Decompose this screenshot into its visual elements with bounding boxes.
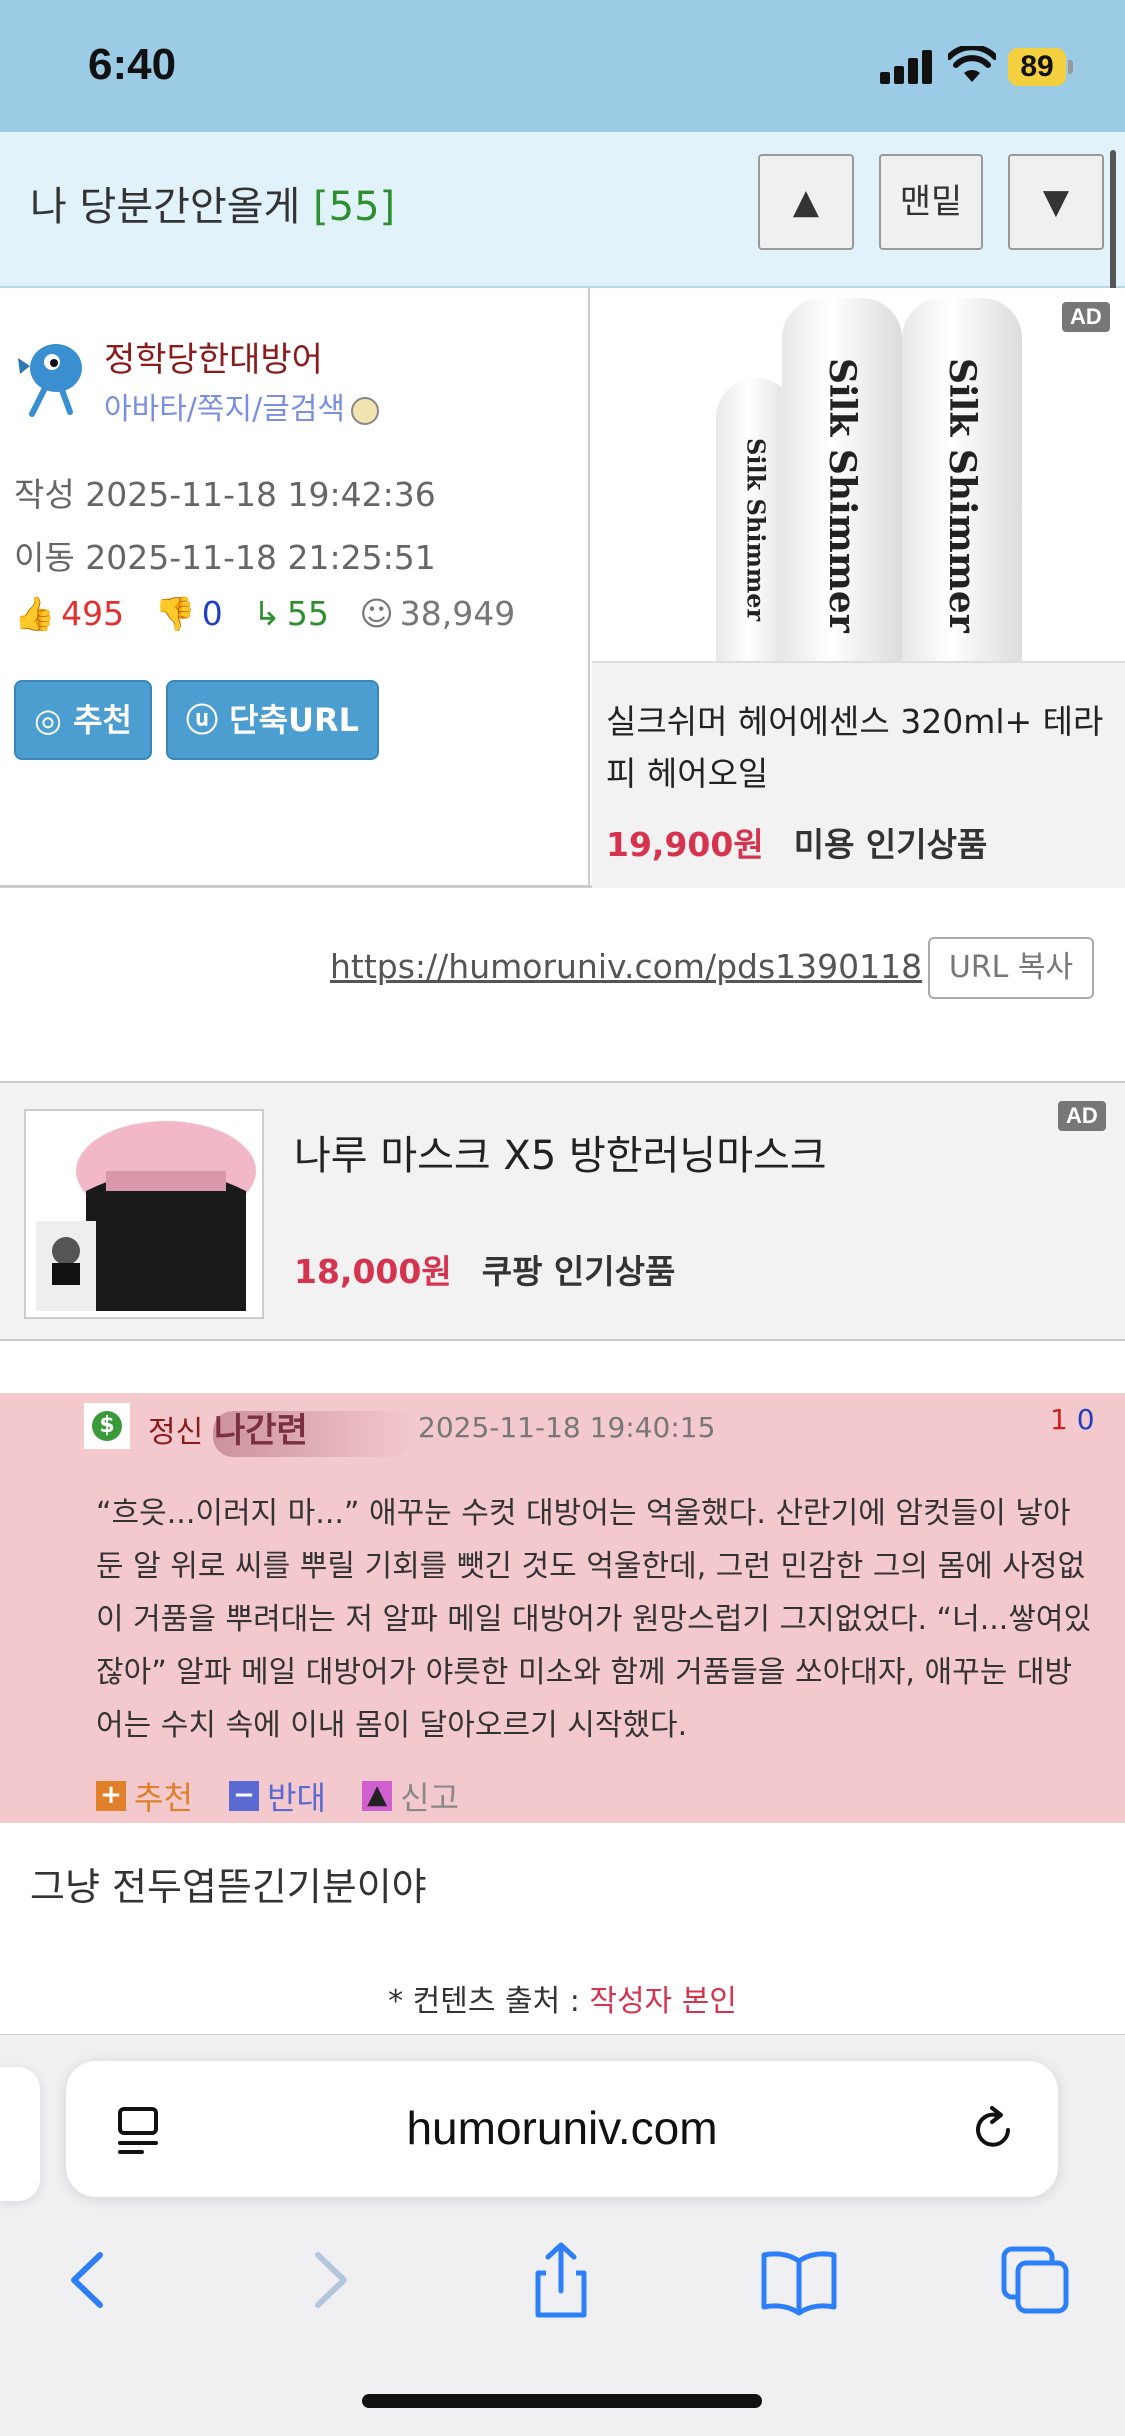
- bottle-large-1: Silk Shimmer: [782, 298, 902, 661]
- ad-price-row: 19,900원 미용 인기상품: [606, 818, 987, 866]
- view-count: 38,949: [399, 594, 516, 633]
- ad2-badge: AD: [1058, 1101, 1106, 1131]
- thumbs-up-icon: 👍: [14, 594, 56, 633]
- browser-toolbar: humoruniv.com: [0, 2034, 1125, 2436]
- minus-icon: −: [229, 1781, 260, 1811]
- moved-label: 이동: [14, 538, 75, 577]
- post-title: 나 당분간안올게: [30, 184, 301, 230]
- fish-avatar-icon[interactable]: [14, 338, 94, 418]
- short-url-label: 단축URL: [229, 701, 360, 739]
- comment-count: [55]: [313, 184, 396, 230]
- author-nickname[interactable]: 정학당한대방어: [104, 332, 323, 381]
- mask-product-image[interactable]: [24, 1109, 264, 1319]
- url-text[interactable]: humoruniv.com: [66, 2101, 1058, 2155]
- tabs-icon[interactable]: [990, 2235, 1080, 2325]
- recommend-button[interactable]: ◎ 추천: [14, 680, 152, 760]
- comment-actions: + 추천 − 반대 ▲ 신고: [96, 1773, 485, 1819]
- scroll-bottom-button[interactable]: 맨밑: [879, 154, 983, 250]
- address-bar[interactable]: humoruniv.com: [66, 2061, 1058, 2197]
- ad2-category: 쿠팡 인기상품: [481, 1252, 676, 1291]
- ad-category: 미용 인기상품: [793, 825, 988, 864]
- comment-date: 2025-11-18 19:40:15: [418, 1411, 716, 1444]
- comment-down-count: 0: [1076, 1403, 1095, 1436]
- ad-running-mask[interactable]: 나루 마스크 X5 방한러닝마스크 18,000원 쿠팡 인기상품 AD: [0, 1081, 1125, 1341]
- wifi-icon: [948, 46, 996, 82]
- copy-url-button[interactable]: URL 복사: [928, 937, 1094, 999]
- author-panel: 정학당한대방어 아바타/쪽지/글검색 작성 2025-11-18 19:42:3…: [0, 288, 590, 888]
- reply-arrow-icon: ↳: [253, 594, 281, 633]
- bookmarks-icon[interactable]: [754, 2235, 844, 2325]
- comment-report-button[interactable]: ▲ 신고: [362, 1773, 459, 1819]
- battery-tip: [1068, 60, 1073, 74]
- page-title: 나 당분간안올게 [55]: [30, 174, 395, 232]
- reply-count: 55: [286, 594, 329, 633]
- back-icon[interactable]: [44, 2235, 134, 2325]
- comment-up-count: 1: [1050, 1403, 1068, 1436]
- mask-illustration: [26, 1111, 262, 1317]
- comment-badge: $: [84, 1403, 130, 1449]
- comment-item: $ 정신 나간련 2025-11-18 19:40:15 1 0 “흐읏...이…: [0, 1393, 1125, 1823]
- ad-product-title[interactable]: 실크쉬머 헤어에센스 320ml+ 테라피 헤어오일: [606, 696, 1111, 800]
- recommend-circle-icon: ◎: [34, 701, 62, 739]
- author-links-text[interactable]: 아바타/쪽지/글검색: [104, 392, 345, 427]
- source-value: 작성자 본인: [589, 1984, 737, 2019]
- ad2-price-row: 18,000원 쿠팡 인기상품: [294, 1245, 675, 1293]
- bottle-large-2: Silk Shimmer: [902, 298, 1022, 661]
- clock: 6:40: [88, 40, 177, 89]
- moved-value: 2025-11-18 21:25:51: [85, 538, 436, 577]
- reload-icon[interactable]: [968, 2105, 1018, 2155]
- short-url-button[interactable]: ⓤ 단축URL: [166, 680, 380, 760]
- cellular-signal-icon: [880, 50, 936, 84]
- written-label: 작성: [14, 475, 75, 514]
- scroll-up-button[interactable]: ▲: [758, 154, 854, 250]
- ad-hair-essence[interactable]: Silk Shimmer Silk Shimmer Silk Shimmer A…: [592, 288, 1125, 888]
- dislike-count: 0: [201, 594, 223, 633]
- product-image[interactable]: Silk Shimmer Silk Shimmer Silk Shimmer A…: [592, 288, 1125, 663]
- permalink-row: https://humoruniv.com/pds1390118 URL 복사: [0, 891, 1125, 1081]
- comment-author[interactable]: 정신 나간련: [148, 1407, 414, 1457]
- post-info: 정학당한대방어 아바타/쪽지/글검색 작성 2025-11-18 19:42:3…: [0, 288, 1125, 888]
- level-badge-icon: [351, 396, 380, 425]
- comment-oppose-button[interactable]: − 반대: [229, 1773, 326, 1819]
- battery-indicator: 89: [1008, 48, 1066, 86]
- comment-author-name[interactable]: 나간련: [214, 1403, 308, 1452]
- home-indicator[interactable]: [362, 2394, 762, 2408]
- recommend-label: 추천: [73, 701, 132, 739]
- siren-icon: ▲: [362, 1781, 393, 1811]
- ad2-product-title[interactable]: 나루 마스크 X5 방한러닝마스크: [294, 1123, 827, 1181]
- share-icon[interactable]: [516, 2235, 606, 2325]
- comment-votes: 1 0: [1050, 1403, 1095, 1436]
- permalink-link[interactable]: https://humoruniv.com/pds1390118: [330, 947, 922, 986]
- post-body: 그냥 전두엽뜯긴기분이야: [30, 1865, 427, 1909]
- written-value: 2025-11-18 19:42:36: [85, 475, 436, 514]
- author-links[interactable]: 아바타/쪽지/글검색: [104, 384, 380, 428]
- previous-tab-peek[interactable]: [0, 2067, 40, 2201]
- dollar-icon: $: [92, 1411, 122, 1441]
- url-circle-icon: ⓤ: [186, 701, 219, 739]
- written-date: 작성 2025-11-18 19:42:36: [14, 468, 436, 516]
- comment-text: “흐읏...이러지 마...” 애꾸눈 수컷 대방어는 억울했다. 산란기에 암…: [96, 1496, 1092, 1743]
- thumbs-down-icon: 👎: [154, 594, 196, 633]
- scrollbar[interactable]: [1110, 150, 1116, 290]
- views-face-icon: ☺: [359, 594, 394, 633]
- content-source: * 컨텐츠 출처 : 작성자 본인: [0, 1976, 1125, 2020]
- like-count: 495: [61, 594, 125, 633]
- ad-badge: AD: [1062, 302, 1110, 332]
- ad-price: 19,900원: [606, 825, 764, 864]
- scroll-down-button[interactable]: ▼: [1008, 154, 1104, 250]
- post-stats: 👍 495 👎 0 ↳ 55 ☺ 38,949: [14, 594, 521, 634]
- status-bar: 6:40 89: [0, 0, 1125, 132]
- comment-recommend-button[interactable]: + 추천: [96, 1773, 193, 1819]
- comment-author-level: 정신: [148, 1415, 204, 1450]
- ad2-price: 18,000원: [294, 1252, 452, 1291]
- forward-icon: [315, 2252, 347, 2308]
- plus-icon: +: [96, 1781, 126, 1811]
- post-title-bar: 나 당분간안올게 [55] ▲ 맨밑 ▼: [0, 132, 1125, 288]
- source-label: * 컨텐츠 출처 :: [388, 1984, 580, 2019]
- moved-date: 이동 2025-11-18 21:25:51: [14, 531, 436, 579]
